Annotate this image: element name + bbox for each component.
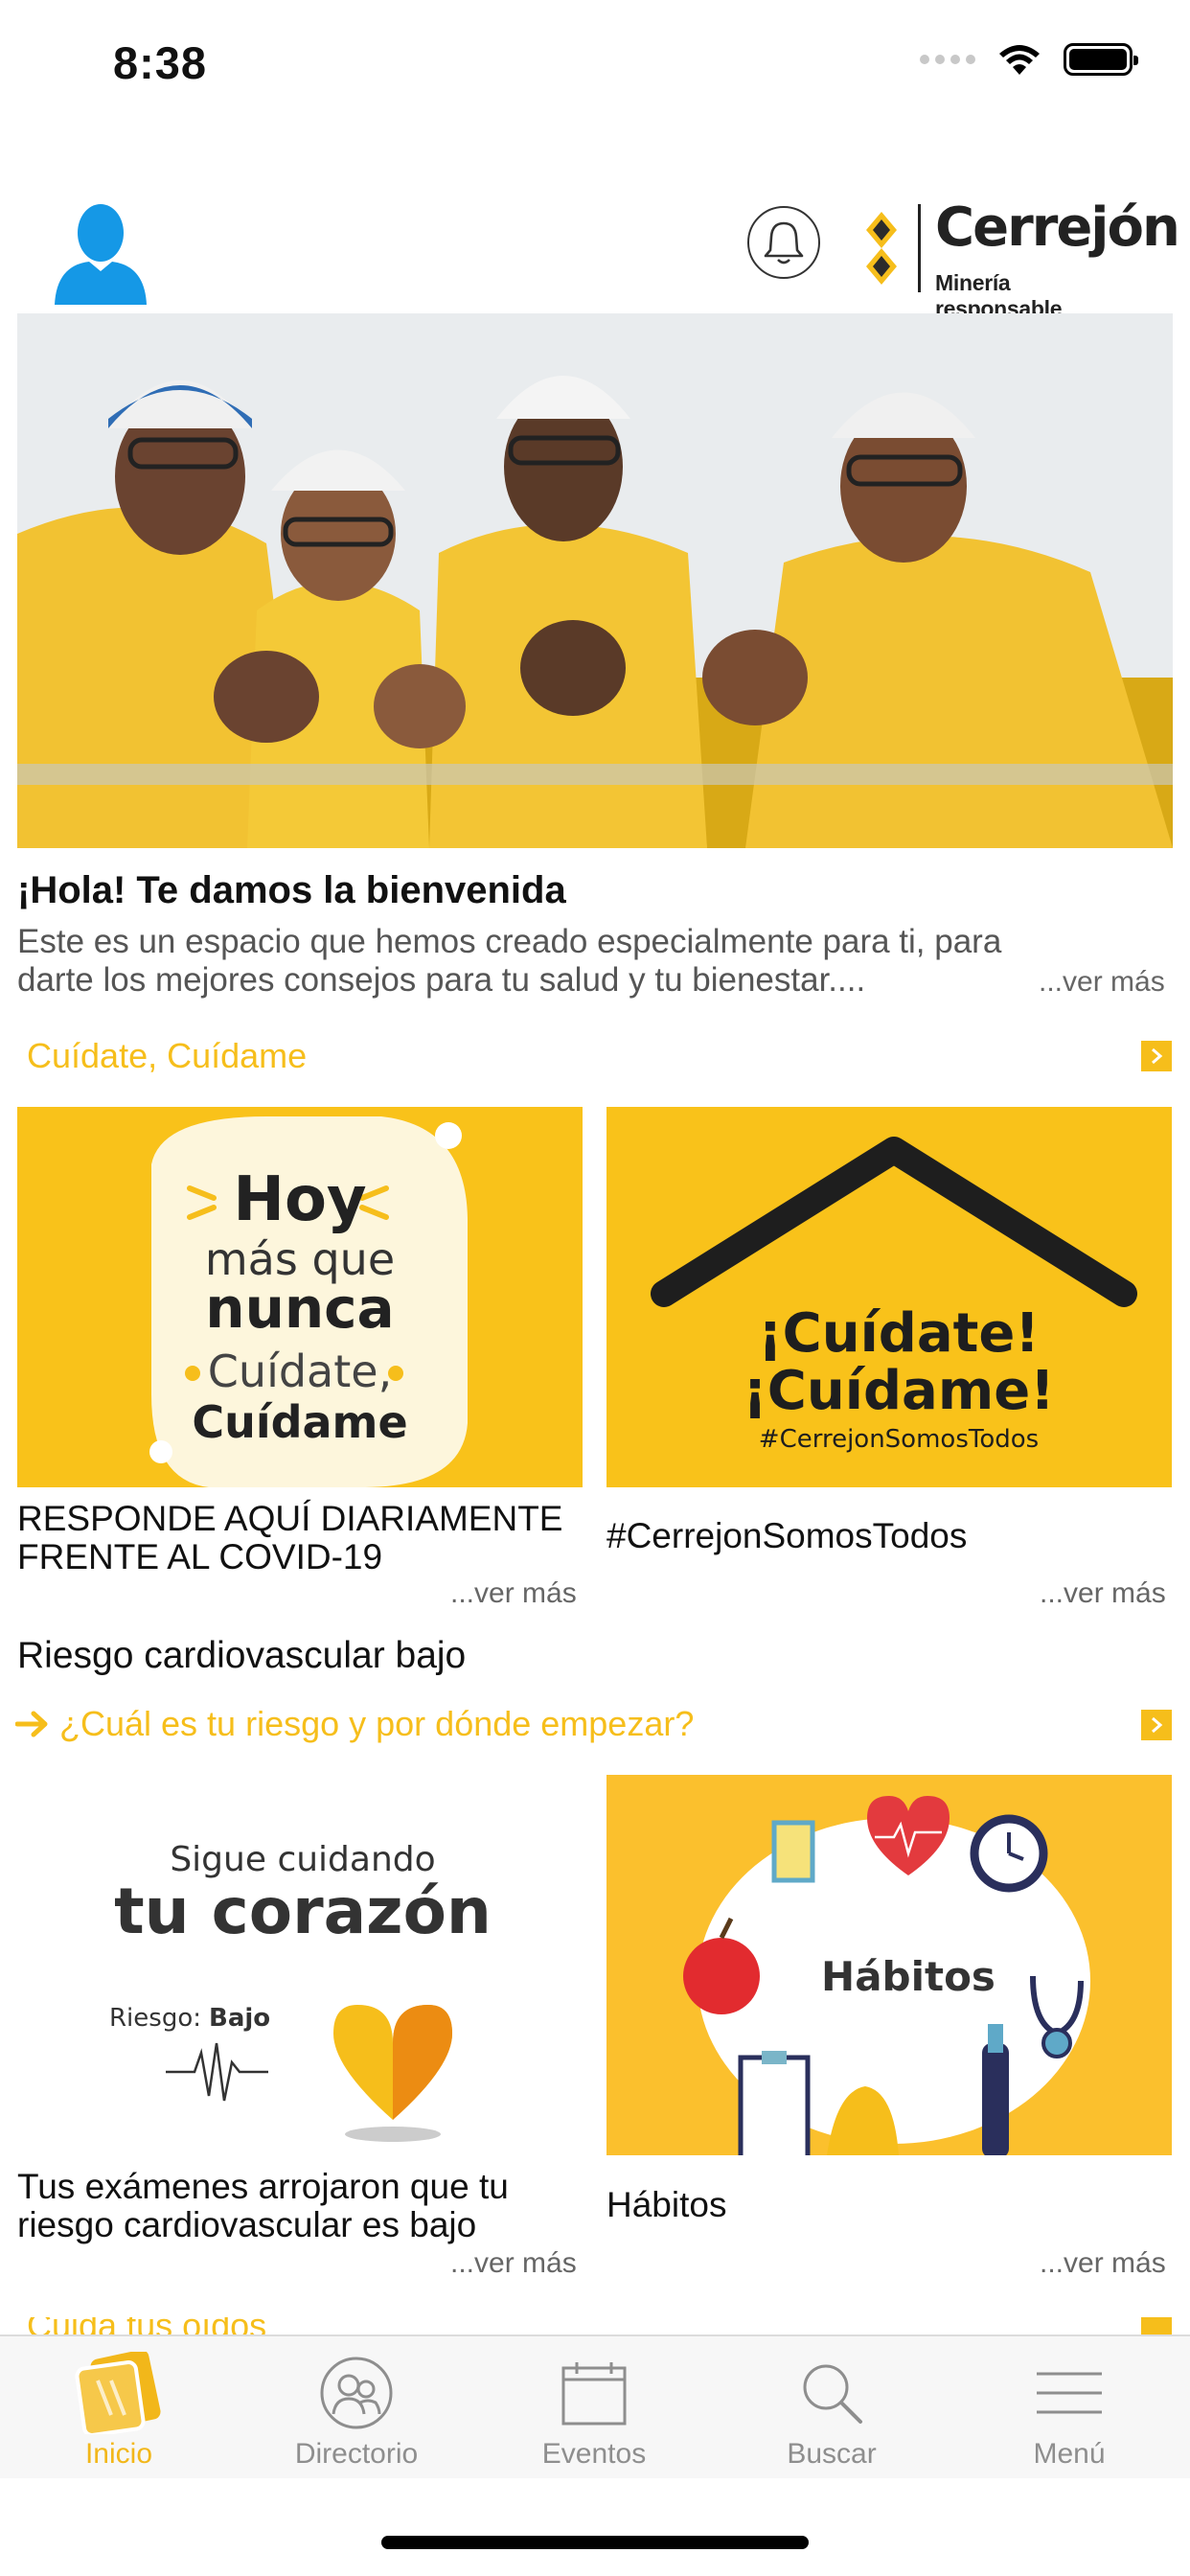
tab-label: Inicio xyxy=(84,2438,153,2470)
card-caption-covid[interactable]: RESPONDE AQUÍ DIARIAMENTE FRENTE AL COVI… xyxy=(17,1500,583,1576)
card-caption-somos-todos[interactable]: #CerrejonSomosTodos xyxy=(606,1517,1172,1555)
tab-label: Menú xyxy=(1033,2438,1106,2470)
card2-image-line3: #CerrejonSomosTodos xyxy=(759,1425,1039,1454)
cerrejon-logo: Cerrejón Minería responsable xyxy=(862,196,1180,321)
card2-image-line1: ¡Cuídate! xyxy=(758,1302,1040,1365)
status-time: 8:38 xyxy=(113,37,208,88)
hero-image[interactable] xyxy=(17,313,1173,848)
battery-icon xyxy=(1064,43,1138,76)
section-link-oidos[interactable]: Cuida tus oídos xyxy=(27,2317,266,2334)
section-title-riesgo: Riesgo cardiovascular bajo xyxy=(17,1635,467,1676)
card1-image-line5: Cuídame xyxy=(192,1396,407,1448)
tab-inicio[interactable]: Inicio xyxy=(0,2336,238,2480)
chevron-right-icon[interactable] xyxy=(1141,2317,1172,2334)
card-caption-habitos[interactable]: Hábitos xyxy=(606,2186,1172,2224)
card-caption-corazon[interactable]: Tus exámenes arrojaron que tu riesgo car… xyxy=(17,2168,583,2244)
welcome-text: Este es un espacio que hemos creado espe… xyxy=(17,923,1002,999)
card3-image-line2: tu corazón xyxy=(114,1874,492,1948)
card-image-corazon[interactable]: Sigue cuidando tu corazón Riesgo: Bajo xyxy=(17,1775,583,2155)
search-icon xyxy=(786,2352,878,2434)
card4-image-line1: Hábitos xyxy=(821,1953,995,2000)
card4-ver-mas-link[interactable]: ...ver más xyxy=(1040,2247,1166,2280)
people-icon xyxy=(310,2352,402,2434)
card1-image-line1: Hoy xyxy=(233,1164,366,1235)
card1-image-line4: Cuídate, xyxy=(208,1346,392,1397)
chevron-right-icon[interactable] xyxy=(1141,1041,1172,1071)
notifications-button[interactable] xyxy=(747,206,820,279)
card2-image-line2: ¡Cuídame! xyxy=(743,1360,1054,1422)
card3-image-line1: Sigue cuidando xyxy=(170,1840,435,1879)
home-cards-icon xyxy=(73,2352,165,2434)
profile-avatar-icon[interactable] xyxy=(53,196,149,307)
card1-image-line3: nunca xyxy=(205,1276,394,1341)
calendar-icon xyxy=(548,2352,640,2434)
welcome-title: ¡Hola! Te damos la bienvenida xyxy=(17,869,566,911)
tab-label: Eventos xyxy=(541,2438,647,2470)
tab-buscar[interactable]: Buscar xyxy=(713,2336,950,2480)
section-link-label: Cuídate, Cuídame xyxy=(27,1036,308,1075)
welcome-ver-mas-link[interactable]: ...ver más xyxy=(1039,966,1165,999)
home-indicator[interactable] xyxy=(381,2536,809,2549)
section-link-oidos-peek[interactable]: Cuida tus oídos xyxy=(0,2317,1190,2334)
arrow-right-icon xyxy=(15,1711,48,1737)
logo-divider xyxy=(918,204,921,292)
menu-icon xyxy=(1023,2352,1115,2434)
card-image-habitos[interactable]: Hábitos xyxy=(606,1775,1172,2155)
app-header: Cerrejón Minería responsable xyxy=(0,182,1190,321)
tab-label: Directorio xyxy=(294,2438,419,2470)
wifi-icon xyxy=(999,45,1040,75)
tab-eventos[interactable]: Eventos xyxy=(475,2336,713,2480)
card-image-somos-todos[interactable]: ¡Cuídate! ¡Cuídame! #CerrejonSomosTodos xyxy=(606,1107,1172,1487)
tab-directorio[interactable]: Directorio xyxy=(238,2336,475,2480)
section-link-riesgo[interactable]: ¿Cuál es tu riesgo y por dónde empezar? xyxy=(15,1704,694,1744)
section-link-cuidate[interactable]: Cuídate, Cuídame xyxy=(27,1036,307,1076)
card3-risk-value: Bajo xyxy=(209,2004,270,2033)
card-image-covid[interactable]: Hoy más que nunca Cuídate, Cuídame xyxy=(17,1107,583,1487)
card1-ver-mas-link[interactable]: ...ver más xyxy=(450,1577,577,1610)
bottom-tab-bar: Inicio Directorio Eventos Buscar Menú xyxy=(0,2334,1190,2478)
section-link-label: Cuida tus oídos xyxy=(27,2317,266,2334)
card3-ver-mas-link[interactable]: ...ver más xyxy=(450,2247,577,2280)
tab-label: Buscar xyxy=(787,2438,877,2470)
cellular-signal-icon xyxy=(920,55,975,64)
status-icons xyxy=(920,42,1138,77)
tab-menu[interactable]: Menú xyxy=(950,2336,1188,2480)
chevron-right-icon[interactable] xyxy=(1141,1710,1172,1740)
bell-icon xyxy=(764,221,804,264)
card3-risk-label: Riesgo: xyxy=(109,2004,201,2033)
card2-ver-mas-link[interactable]: ...ver más xyxy=(1040,1577,1166,1610)
section-link-label: ¿Cuál es tu riesgo y por dónde empezar? xyxy=(59,1704,695,1743)
status-bar: 8:38 xyxy=(0,0,1190,126)
logo-name: Cerrejón xyxy=(935,196,1180,259)
logo-diamonds-icon xyxy=(866,212,897,285)
